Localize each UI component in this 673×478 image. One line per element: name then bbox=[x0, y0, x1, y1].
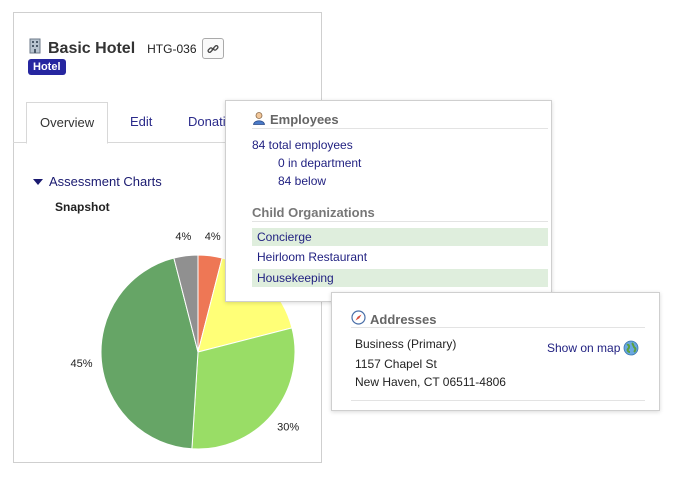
employees-title: Employees bbox=[252, 111, 339, 128]
pie-slice-label: 45% bbox=[71, 358, 93, 370]
show-on-map-link[interactable]: Show on map bbox=[547, 337, 639, 359]
address-city: New Haven, CT 06511-4806 bbox=[355, 375, 506, 389]
divider bbox=[252, 221, 548, 222]
pie-slice-label: 4% bbox=[175, 231, 191, 243]
divider bbox=[351, 327, 645, 328]
divider bbox=[252, 128, 548, 129]
pie-slice-label: 4% bbox=[205, 231, 221, 243]
total-employees-link[interactable]: 84 total employees bbox=[252, 138, 353, 152]
child-org-item[interactable]: Housekeeping bbox=[252, 269, 548, 287]
address-type: Business (Primary) bbox=[355, 337, 457, 351]
in-department-link[interactable]: 0 in department bbox=[278, 156, 361, 170]
pie-slice-label: 30% bbox=[277, 422, 299, 434]
address-street: 1157 Chapel St bbox=[355, 357, 437, 371]
compass-icon bbox=[351, 310, 366, 328]
below-link[interactable]: 84 below bbox=[278, 174, 326, 188]
globe-icon bbox=[623, 340, 639, 359]
child-org-item[interactable]: Heirloom Restaurant bbox=[252, 248, 548, 266]
person-icon bbox=[252, 111, 266, 128]
divider bbox=[351, 400, 645, 401]
addresses-title: Addresses bbox=[351, 310, 436, 328]
child-orgs-title: Child Organizations bbox=[252, 205, 375, 220]
child-org-item[interactable]: Concierge bbox=[252, 228, 548, 246]
